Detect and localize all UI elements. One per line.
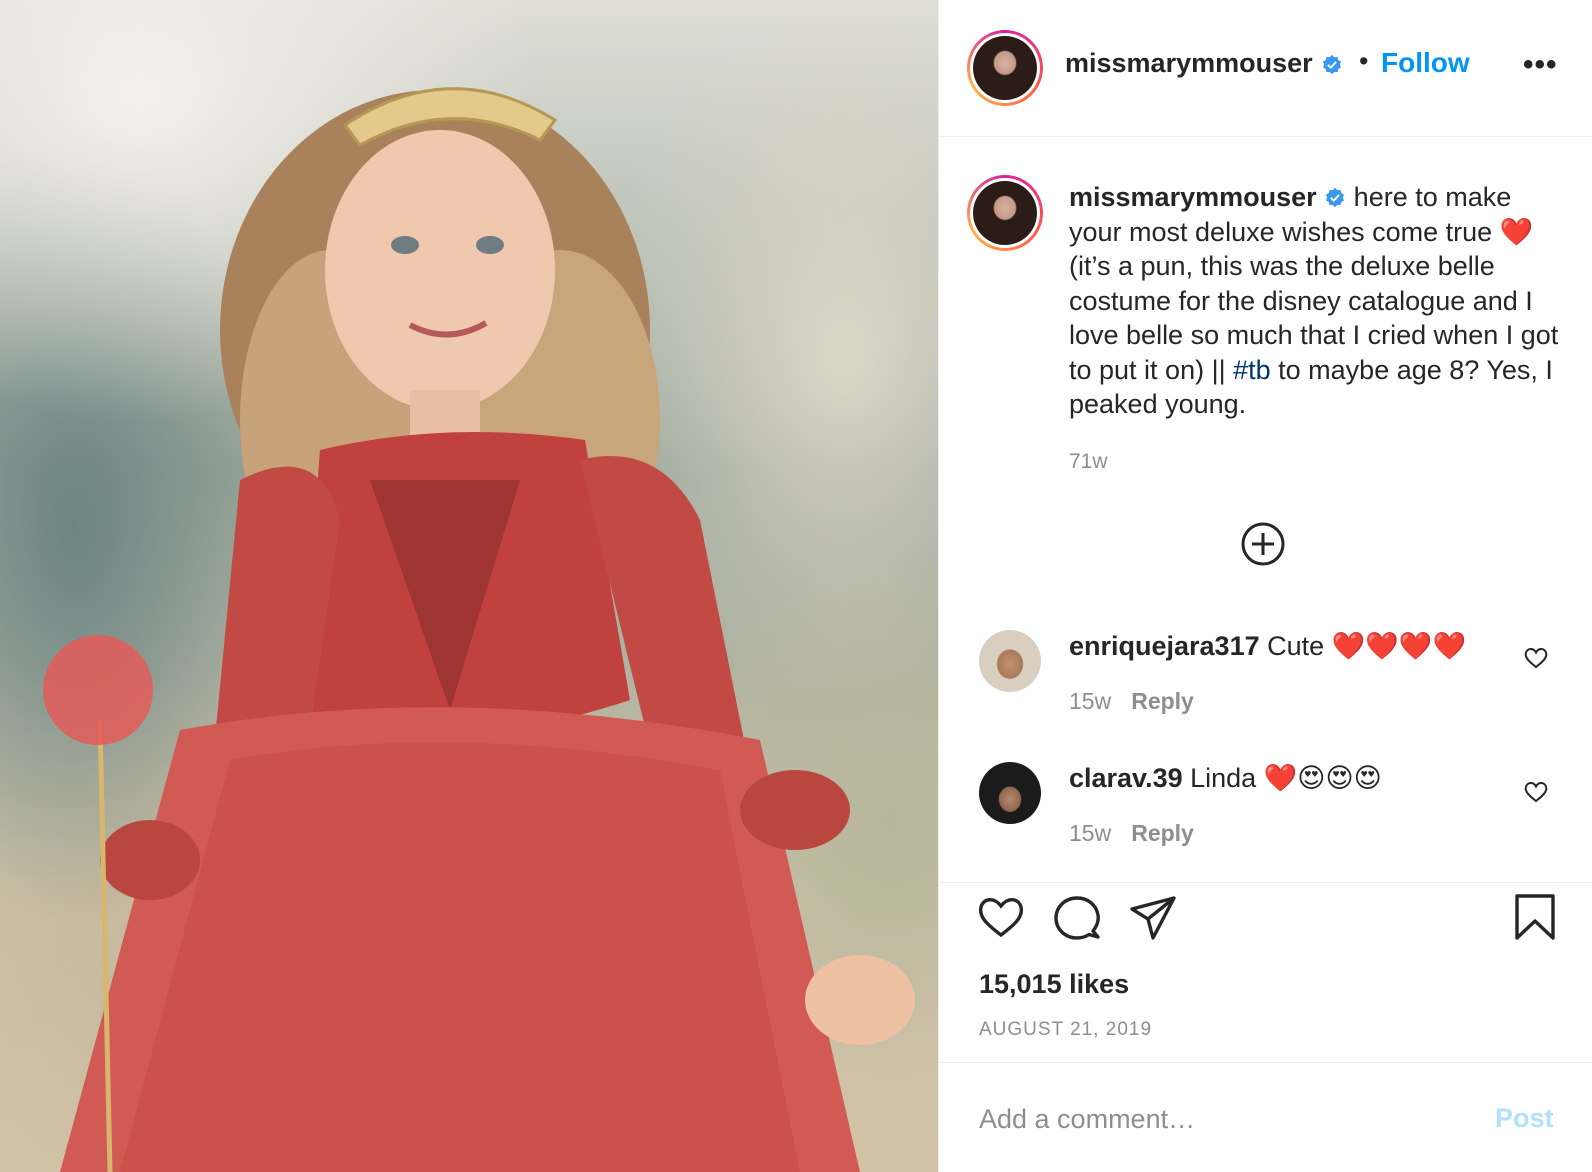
comment-body: enriquejara317 Cute ❤️❤️❤️❤️ bbox=[1069, 630, 1466, 662]
comment-text: Linda ❤️😍😍😍 bbox=[1190, 763, 1382, 793]
author-username[interactable]: missmarymmouser bbox=[1065, 48, 1313, 79]
post-header: missmarymmouser • Follow ••• bbox=[939, 0, 1592, 137]
share-send-icon[interactable] bbox=[1129, 895, 1177, 941]
comment-time[interactable]: 15w bbox=[1069, 820, 1111, 846]
save-bookmark-icon[interactable] bbox=[1513, 893, 1557, 941]
author-avatar[interactable] bbox=[967, 30, 1043, 106]
commenter-avatar[interactable] bbox=[979, 762, 1041, 824]
comment-time[interactable]: 15w bbox=[1069, 688, 1111, 714]
comment-like-heart-icon[interactable] bbox=[1523, 780, 1549, 804]
plus-circle-icon[interactable] bbox=[1239, 520, 1287, 568]
caption-username[interactable]: missmarymmouser bbox=[1069, 182, 1317, 212]
reply-button[interactable]: Reply bbox=[1131, 820, 1194, 846]
post-date[interactable]: AUGUST 21, 2019 bbox=[979, 1019, 1152, 1041]
post-actions: 15,015 likes AUGUST 21, 2019 bbox=[939, 882, 1592, 1062]
like-heart-icon[interactable] bbox=[977, 895, 1025, 939]
comment-username[interactable]: enriquejara317 bbox=[1069, 631, 1260, 661]
comment-like-heart-icon[interactable] bbox=[1523, 646, 1549, 670]
comment-username[interactable]: clarav.39 bbox=[1069, 763, 1183, 793]
add-comment-bar: Post bbox=[939, 1062, 1592, 1172]
verified-badge-icon bbox=[1323, 54, 1341, 75]
comment-input[interactable] bbox=[979, 1097, 1459, 1141]
reply-button[interactable]: Reply bbox=[1131, 688, 1194, 714]
caption-avatar[interactable] bbox=[967, 175, 1043, 251]
post-photo[interactable] bbox=[0, 0, 938, 1172]
post-comment-button[interactable]: Post bbox=[1495, 1103, 1554, 1134]
comment-meta: 15w Reply bbox=[1069, 820, 1194, 847]
post-sidebar: missmarymmouser • Follow ••• missmarymmo… bbox=[938, 0, 1592, 1172]
header-separator: • bbox=[1359, 46, 1369, 76]
hashtag-link[interactable]: #tb bbox=[1233, 355, 1271, 385]
commenter-avatar[interactable] bbox=[979, 630, 1041, 692]
follow-button[interactable]: Follow bbox=[1381, 47, 1470, 79]
like-count[interactable]: 15,015 likes bbox=[979, 969, 1129, 1000]
comment-text: Cute ❤️❤️❤️❤️ bbox=[1267, 631, 1467, 661]
photo-girl-in-red-dress bbox=[43, 87, 915, 1172]
comment-body: clarav.39 Linda ❤️😍😍😍 bbox=[1069, 762, 1382, 794]
comment-meta: 15w Reply bbox=[1069, 688, 1194, 715]
post-caption: missmarymmouser here to make your most d… bbox=[1069, 180, 1569, 422]
verified-badge-icon bbox=[1326, 187, 1345, 208]
caption-timestamp[interactable]: 71w bbox=[1069, 450, 1108, 474]
comment-bubble-icon[interactable] bbox=[1053, 895, 1101, 941]
more-options-icon[interactable]: ••• bbox=[1523, 48, 1558, 82]
